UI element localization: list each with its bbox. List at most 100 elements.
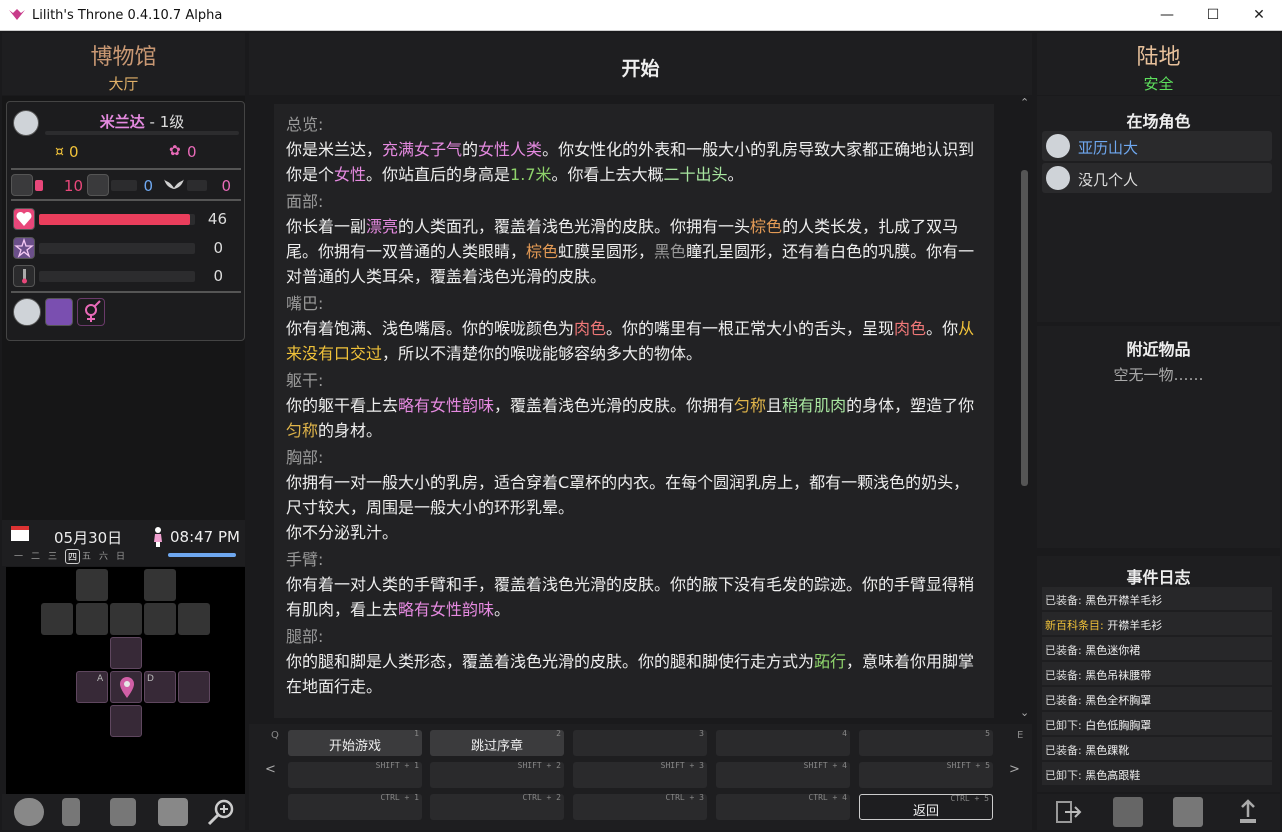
location-panel-left: 博物馆 大厅 <box>2 33 245 95</box>
location-subtitle: 大厅 <box>108 75 139 93</box>
present-character-name[interactable]: 没几个人 <box>1078 169 1138 190</box>
map-tile[interactable]: A <box>76 671 108 703</box>
next-page-button[interactable]: > <box>1009 762 1020 777</box>
zoom-in-icon[interactable] <box>206 798 236 826</box>
present-character-name[interactable]: 亚历山大 <box>1078 137 1138 158</box>
essence-icon: ✿ <box>169 143 181 159</box>
action-slot-shift-2[interactable]: SHIFT + 2 <box>430 761 564 788</box>
weekday-label: 三 <box>48 552 58 562</box>
minimize-button[interactable]: — <box>1144 0 1190 31</box>
character-name[interactable]: 米兰达 <box>100 113 145 131</box>
time-text: 08:47 PM <box>170 528 240 546</box>
event-log-text: 白色低胸胸罩 <box>1081 719 1152 732</box>
event-log-entry: 已装备: 黑色吊袜腰带 <box>1042 662 1272 685</box>
section-body: 你拥有一对一般大小的乳房，适合穿着C罩杯的内衣。在每个圆润乳房上，都有一颗浅色的… <box>286 473 970 542</box>
map-tile[interactable] <box>76 603 108 635</box>
phone-icon[interactable] <box>62 798 80 826</box>
action-slot-4[interactable]: 4 <box>716 729 850 756</box>
race-human-icon[interactable] <box>13 298 41 326</box>
save-icon[interactable] <box>1173 797 1203 827</box>
map-tile[interactable] <box>144 569 176 601</box>
section-body: 你有着一对人类的手臂和手，覆盖着浅色光滑的皮肤。你的腋下没有毛发的踪迹。你的手臂… <box>286 575 975 619</box>
export-icon[interactable] <box>1233 797 1263 827</box>
arousal-thermometer-icon[interactable] <box>13 265 35 287</box>
event-log-text: 开襟羊毛衫 <box>1103 619 1163 632</box>
wings-icon[interactable] <box>163 174 185 196</box>
xp-bar <box>45 131 239 135</box>
character-portrait-icon[interactable] <box>13 110 39 136</box>
maximize-button[interactable]: ☐ <box>1190 0 1236 31</box>
scene-content: 总览: 你是米兰达，充满女子气的女性人类。你女性化的外表和一般大小的乳房导致大家… <box>249 96 1032 722</box>
action-bar: Q E < > 开始游戏 1 跳过序章 2 3 4 5 SHIFT + 1 SHIF… <box>249 724 1032 830</box>
section-body: 你的腿和脚是人类形态，覆盖着浅色光滑的皮肤。你的腿和脚使行走方式为跖行，意味着你… <box>286 652 975 696</box>
arousal-bar-track <box>39 271 195 282</box>
map-tile[interactable] <box>110 603 142 635</box>
nearby-items-empty: 空无一物…… <box>1113 366 1204 384</box>
lust-corruption-icon[interactable] <box>11 174 33 196</box>
corruption-bar-1 <box>35 180 43 191</box>
weekday-label: 一 <box>14 552 24 562</box>
close-button[interactable]: ✕ <box>1236 0 1282 31</box>
character-icon <box>1046 166 1070 190</box>
weekday-label: 六 <box>99 552 109 562</box>
prev-page-button[interactable]: < <box>265 762 276 777</box>
map-tile[interactable] <box>178 603 210 635</box>
start-game-button[interactable]: 开始游戏 1 <box>288 729 422 756</box>
essence-value: 0 <box>187 143 197 161</box>
event-log-prefix: 已卸下: <box>1045 719 1082 732</box>
map-tile[interactable] <box>110 705 142 737</box>
calendar-icon[interactable] <box>10 524 30 542</box>
character-card[interactable]: 米兰达 - 1级 ¤ 0 ✿ 0 10 0 0 46 0 0 <box>6 101 245 341</box>
weekday-strip: 一二三四五六日 <box>14 549 134 564</box>
action-slot-shift-4[interactable]: SHIFT + 4 <box>716 761 850 788</box>
section-title: 面部: <box>286 192 324 211</box>
femininity-symbol-icon[interactable] <box>77 298 105 326</box>
action-slot-3[interactable]: 3 <box>573 729 707 756</box>
nearby-items-title: 附近物品 <box>1126 340 1191 359</box>
scroll-up-arrow[interactable]: ⌃ <box>1020 96 1029 109</box>
return-button[interactable]: 返回 CTRL + 5 <box>859 794 993 820</box>
corruption-value-2: 0 <box>143 177 153 195</box>
map-tile[interactable] <box>76 569 108 601</box>
app-logo-icon <box>9 9 25 20</box>
journal-icon[interactable] <box>1113 797 1143 827</box>
settings-gear-icon[interactable] <box>14 798 44 826</box>
weekday-label: 二 <box>31 552 41 562</box>
action-slot-shift-5[interactable]: SHIFT + 5 <box>859 761 993 788</box>
mana-bar-track <box>39 243 195 254</box>
map-tile[interactable] <box>110 637 142 669</box>
action-slot-ctrl-3[interactable]: CTRL + 3 <box>573 793 707 820</box>
corruption-value-3: 0 <box>221 177 231 195</box>
content-scrollbar[interactable] <box>1021 170 1028 486</box>
purity-icon[interactable] <box>87 174 109 196</box>
status-effect-icon[interactable] <box>45 298 73 326</box>
weekday-label: 日 <box>116 552 126 562</box>
exit-icon[interactable] <box>1053 797 1083 827</box>
action-slot-ctrl-1[interactable]: CTRL + 1 <box>288 793 422 820</box>
action-slot-5[interactable]: 5 <box>859 729 993 756</box>
mana-star-icon[interactable] <box>13 237 35 259</box>
location-panel-right: 陆地 安全 <box>1037 33 1280 95</box>
inventory-bag-icon[interactable] <box>110 798 136 826</box>
map-tile[interactable] <box>144 603 176 635</box>
skip-prologue-button[interactable]: 跳过序章 2 <box>430 729 564 756</box>
health-heart-icon[interactable] <box>13 208 35 230</box>
action-slot-shift-1[interactable]: SHIFT + 1 <box>288 761 422 788</box>
present-character-row[interactable]: 亚历山大 <box>1042 131 1272 161</box>
section-title: 手臂: <box>286 550 324 569</box>
present-characters-title: 在场角色 <box>1126 112 1191 131</box>
event-log-prefix: 已装备: <box>1045 644 1082 657</box>
map-tile[interactable]: D <box>144 671 176 703</box>
health-value: 46 <box>207 210 227 228</box>
minimap[interactable]: A D <box>6 567 245 794</box>
map-tile[interactable] <box>41 603 73 635</box>
scene-text: 总览: 你是米兰达，充满女子气的女性人类。你女性化的外表和一般大小的乳房导致大家… <box>274 104 994 718</box>
action-slot-ctrl-2[interactable]: CTRL + 2 <box>430 793 564 820</box>
characters-icon[interactable] <box>158 798 188 826</box>
scroll-down-arrow[interactable]: ⌄ <box>1020 706 1029 719</box>
map-tile[interactable] <box>178 671 210 703</box>
action-slot-ctrl-4[interactable]: CTRL + 4 <box>716 793 850 820</box>
present-character-row[interactable]: 没几个人 <box>1042 163 1272 193</box>
map-tile-current[interactable] <box>110 671 142 703</box>
action-slot-shift-3[interactable]: SHIFT + 3 <box>573 761 707 788</box>
